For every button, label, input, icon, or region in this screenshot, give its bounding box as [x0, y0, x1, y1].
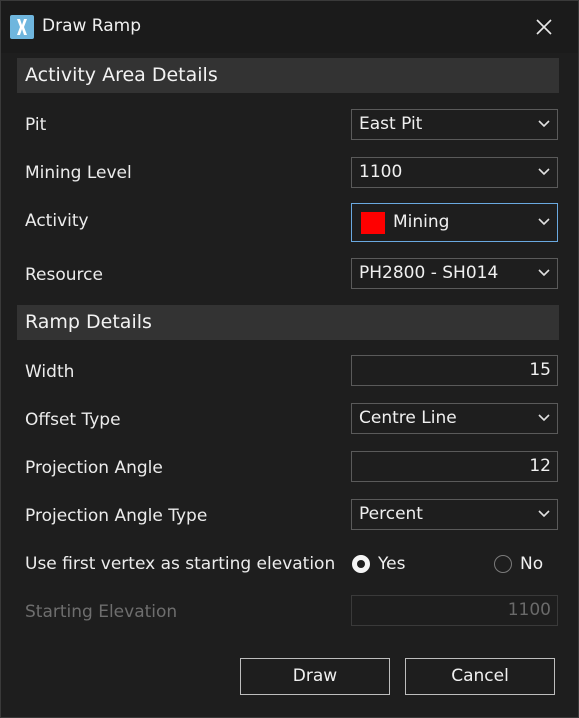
radio-no[interactable]: No [494, 552, 543, 576]
resource-value: PH2800 - SH014 [359, 263, 499, 283]
projection-angle-type-value: Percent [359, 504, 423, 524]
chevron-down-icon [538, 120, 550, 128]
mining-level-value: 1100 [359, 162, 403, 182]
chevron-down-icon [538, 218, 550, 226]
app-icon [10, 15, 34, 39]
radio-yes-indicator [352, 555, 370, 573]
mining-level-label: Mining Level [25, 163, 132, 183]
resource-select[interactable]: PH2800 - SH014 [351, 258, 558, 289]
mining-level-select[interactable]: 1100 [351, 157, 558, 188]
offset-type-select[interactable]: Centre Line [351, 403, 558, 434]
starting-elevation-input: 1100 [351, 595, 558, 626]
chevron-down-icon [538, 414, 550, 422]
draw-button[interactable]: Draw [240, 658, 390, 695]
offset-type-label: Offset Type [25, 410, 121, 430]
radio-yes-label: Yes [378, 554, 406, 574]
activity-label: Activity [25, 211, 89, 231]
radio-no-label: No [520, 554, 544, 574]
pit-label: Pit [25, 115, 47, 135]
pit-select[interactable]: East Pit [351, 109, 558, 140]
starting-elevation-label: Starting Elevation [25, 602, 178, 622]
radio-yes[interactable]: Yes [352, 552, 405, 576]
chevron-down-icon [538, 269, 550, 277]
width-label: Width [25, 362, 75, 382]
radio-no-indicator [494, 555, 512, 573]
use-first-vertex-label: Use first vertex as starting elevation [25, 554, 336, 574]
projection-angle-type-select[interactable]: Percent [351, 499, 558, 530]
activity-value: Mining [393, 212, 450, 232]
offset-type-value: Centre Line [359, 408, 457, 428]
window-title: Draw Ramp [42, 16, 142, 36]
close-button[interactable] [522, 9, 566, 45]
section-ramp-details: Ramp Details [17, 305, 559, 340]
width-input[interactable]: 15 [351, 355, 558, 386]
resource-label: Resource [25, 265, 103, 285]
title-bar: Draw Ramp [1, 1, 578, 53]
pit-value: East Pit [359, 114, 423, 134]
activity-color-swatch [361, 212, 385, 234]
draw-ramp-dialog: Draw Ramp Activity Area Details Pit East… [0, 0, 579, 718]
cancel-button[interactable]: Cancel [405, 658, 555, 695]
projection-angle-label: Projection Angle [25, 458, 163, 478]
projection-angle-type-label: Projection Angle Type [25, 506, 208, 526]
activity-select[interactable]: Mining [351, 203, 558, 242]
chevron-down-icon [538, 510, 550, 518]
projection-angle-input[interactable]: 12 [351, 451, 558, 482]
section-activity-area-details: Activity Area Details [17, 58, 559, 93]
chevron-down-icon [538, 168, 550, 176]
close-icon [536, 19, 552, 35]
